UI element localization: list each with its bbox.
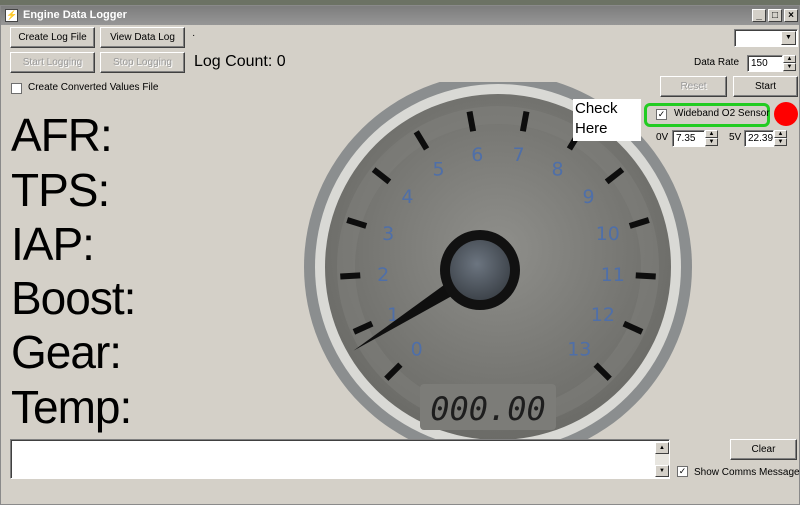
iap-readout: IAP: xyxy=(11,218,95,270)
gauge-tick-label: 11 xyxy=(601,264,625,286)
gear-readout: Gear: xyxy=(11,326,122,378)
status-led-indicator xyxy=(774,102,798,126)
afr-readout: AFR: xyxy=(11,109,113,161)
check-here-line2: Here xyxy=(575,120,608,137)
log-count-label: Log Count: 0 xyxy=(194,53,286,70)
create-log-file-button[interactable]: Create Log File xyxy=(10,27,95,48)
five-volt-spinner[interactable]: ▲ ▼ xyxy=(774,130,787,147)
app-window: ⚡ Engine Data Logger _ □ × Create Log Fi… xyxy=(0,5,800,505)
show-comms-checkbox[interactable]: ✓ xyxy=(677,466,688,477)
maximize-button[interactable]: □ xyxy=(768,9,782,22)
gauge-tick xyxy=(635,272,656,280)
gauge-tick-label: 2 xyxy=(377,264,389,286)
zero-volt-spinner[interactable]: ▲ ▼ xyxy=(705,130,718,147)
gauge-tick xyxy=(340,272,361,280)
check-here-line1: Check xyxy=(575,100,618,117)
title-bar: ⚡ Engine Data Logger _ □ × xyxy=(1,6,799,25)
minimize-button[interactable]: _ xyxy=(752,9,766,22)
comms-message-box[interactable]: ▲ ▼ xyxy=(10,439,670,479)
gauge-tick-label: 10 xyxy=(596,223,620,245)
gauge-tick-label: 7 xyxy=(513,144,525,166)
view-data-log-button[interactable]: View Data Log xyxy=(100,27,185,48)
create-converted-checkbox[interactable] xyxy=(11,83,22,94)
gauge-tick xyxy=(466,111,477,132)
zero-volt-input[interactable]: 7.35 xyxy=(672,130,705,147)
five-volt-input[interactable]: 22.39 xyxy=(744,130,774,147)
temp-readout: Temp: xyxy=(11,381,132,433)
message-scrollbar[interactable]: ▲ ▼ xyxy=(655,442,669,477)
five-volt-label: 5V xyxy=(729,132,742,143)
gauge-tick-label: 9 xyxy=(582,186,594,208)
boost-readout: Boost: xyxy=(11,272,136,324)
gauge-tick-label: 4 xyxy=(401,186,413,208)
gauge-tick-label: 12 xyxy=(591,304,615,326)
stop-logging-button[interactable]: Stop Logging xyxy=(100,52,185,73)
wideband-label: Wideband O2 Sensor xyxy=(674,108,770,119)
create-converted-label: Create Converted Values File xyxy=(28,82,159,93)
gauge-hub xyxy=(450,240,510,300)
app-icon: ⚡ xyxy=(5,9,18,22)
start-button[interactable]: Start xyxy=(733,76,798,97)
gauge-tick-label: 3 xyxy=(382,223,394,245)
show-comms-label: Show Comms Messages xyxy=(694,467,800,478)
data-rate-label: Data Rate xyxy=(694,57,740,68)
scroll-up-icon[interactable]: ▲ xyxy=(655,442,669,454)
close-button[interactable]: × xyxy=(784,9,798,22)
separator-dot: · xyxy=(192,30,196,41)
gauge-tick-label: 6 xyxy=(471,144,483,166)
zero-volt-label: 0V xyxy=(656,132,669,143)
digital-display-text: 000.00 xyxy=(430,390,546,428)
gauge-tick-label: 0 xyxy=(411,338,423,360)
dropdown-arrow-icon[interactable]: ▼ xyxy=(781,31,796,45)
scroll-down-icon[interactable]: ▼ xyxy=(655,465,669,477)
reset-button[interactable]: Reset xyxy=(660,76,727,97)
data-rate-spinner[interactable]: ▲ ▼ xyxy=(783,55,796,72)
gauge-tick-label: 8 xyxy=(551,159,563,181)
data-rate-input[interactable]: 150 xyxy=(747,55,783,72)
tps-readout: TPS: xyxy=(11,164,110,216)
check-here-annotation: Check Here xyxy=(573,99,641,141)
window-title: Engine Data Logger xyxy=(23,9,127,21)
gauge-tick-label: 13 xyxy=(567,338,591,360)
gauge-tick xyxy=(519,111,530,132)
start-logging-button[interactable]: Start Logging xyxy=(10,52,95,73)
clear-button[interactable]: Clear xyxy=(730,439,797,460)
wideband-checkbox[interactable]: ✓ xyxy=(656,109,667,120)
gauge-tick-label: 5 xyxy=(432,159,444,181)
